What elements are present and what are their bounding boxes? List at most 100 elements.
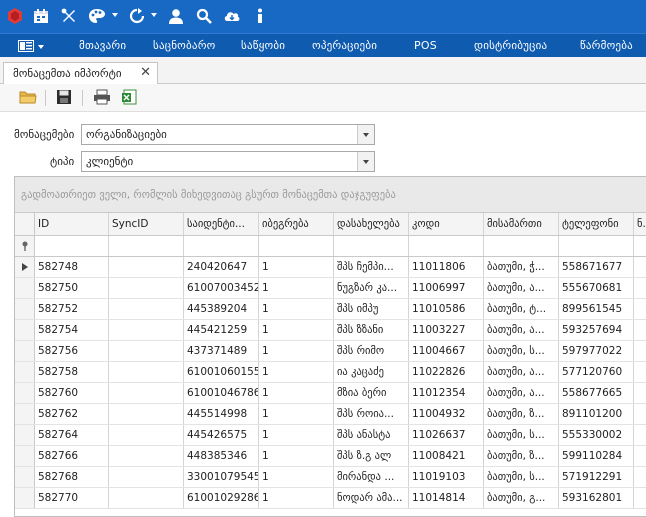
- palette-icon[interactable]: [88, 7, 106, 25]
- table-row[interactable]: 582770 61001029286 1 ნოდარ ამა... 11014814 ბა…: [15, 488, 646, 509]
- table-cell[interactable]: 61007003452: [184, 278, 259, 298]
- table-cell[interactable]: 1: [259, 446, 334, 466]
- table-cell[interactable]: 582762: [35, 404, 109, 424]
- table-cell[interactable]: [634, 341, 646, 361]
- table-cell[interactable]: შპს ზზანი: [334, 320, 409, 340]
- table-cell[interactable]: ბათუმი, ა...: [484, 278, 559, 298]
- table-cell[interactable]: [634, 257, 646, 277]
- table-cell[interactable]: [109, 488, 184, 508]
- table-cell[interactable]: [634, 362, 646, 382]
- table-cell[interactable]: [634, 425, 646, 445]
- table-cell[interactable]: შპს ანასტა: [334, 425, 409, 445]
- info-icon[interactable]: [251, 7, 269, 25]
- menu-item-production[interactable]: წარმოება: [580, 39, 633, 52]
- table-cell[interactable]: 582760: [35, 383, 109, 403]
- table-row[interactable]: 582764 445426575 1 შპს ანასტა 11026637 ბათუმი…: [15, 425, 646, 446]
- table-cell[interactable]: [634, 488, 646, 508]
- filter-cell-phone[interactable]: [559, 236, 634, 256]
- table-cell[interactable]: 582750: [35, 278, 109, 298]
- table-cell[interactable]: 555330002: [559, 425, 634, 445]
- table-cell[interactable]: [109, 383, 184, 403]
- table-cell[interactable]: 593162801: [559, 488, 634, 508]
- table-row[interactable]: 582754 445421259 1 შპს ზზანი 11003227 ბათუმი,…: [15, 320, 646, 341]
- table-row[interactable]: 582760 61001046786 1 მზია ბერი 11012354 ბათუმ…: [15, 383, 646, 404]
- table-cell[interactable]: ბათუმი, ზ...: [484, 404, 559, 424]
- table-cell[interactable]: [109, 341, 184, 361]
- table-cell[interactable]: ბათუმი, ა...: [484, 383, 559, 403]
- table-cell[interactable]: ბათუმი, ზ...: [484, 446, 559, 466]
- excel-export-icon[interactable]: [121, 89, 139, 107]
- menu-item-operations[interactable]: ოპერაციები: [312, 39, 377, 52]
- table-cell[interactable]: 1: [259, 404, 334, 424]
- table-cell[interactable]: 582754: [35, 320, 109, 340]
- chevron-down-icon[interactable]: [357, 152, 374, 171]
- table-cell[interactable]: ბათუმი, ტ...: [484, 299, 559, 319]
- table-cell[interactable]: 11004932: [409, 404, 484, 424]
- table-cell[interactable]: 577120760: [559, 362, 634, 382]
- table-cell[interactable]: 445389204: [184, 299, 259, 319]
- table-cell[interactable]: ბათუმი, ა...: [484, 362, 559, 382]
- filter-cell-code[interactable]: [409, 236, 484, 256]
- table-row[interactable]: 582752 445389204 1 შპს იმპუ 11010586 ბათუმი, …: [15, 299, 646, 320]
- table-cell[interactable]: 582764: [35, 425, 109, 445]
- table-cell[interactable]: [109, 446, 184, 466]
- table-cell[interactable]: 11026637: [409, 425, 484, 445]
- table-cell[interactable]: 899561545: [559, 299, 634, 319]
- filter-cell-address[interactable]: [484, 236, 559, 256]
- table-cell[interactable]: 11012354: [409, 383, 484, 403]
- table-cell[interactable]: 1: [259, 341, 334, 361]
- column-header-address[interactable]: მისამართი: [484, 213, 559, 235]
- refresh-dropdown-caret-icon[interactable]: [151, 13, 157, 17]
- table-cell[interactable]: [634, 467, 646, 487]
- table-cell[interactable]: ბათუმი, ჭ...: [484, 257, 559, 277]
- table-cell[interactable]: [634, 299, 646, 319]
- table-cell[interactable]: [634, 278, 646, 298]
- type-combo[interactable]: კლიენტი: [81, 151, 375, 172]
- table-cell[interactable]: 33001079545: [184, 467, 259, 487]
- filter-cell-identifier[interactable]: [184, 236, 259, 256]
- table-cell[interactable]: 571912291: [559, 467, 634, 487]
- column-header-taxable[interactable]: იბეგრება: [259, 213, 334, 235]
- table-cell[interactable]: 582756: [35, 341, 109, 361]
- table-cell[interactable]: 582748: [35, 257, 109, 277]
- table-cell[interactable]: ბათუმი, ა...: [484, 320, 559, 340]
- table-cell[interactable]: ბათუმი, ს...: [484, 341, 559, 361]
- table-row[interactable]: 582768 33001079545 1 მირანდა ... 11019103 ბათ…: [15, 467, 646, 488]
- data-combo[interactable]: ორგანიზაციები: [81, 124, 375, 145]
- table-cell[interactable]: მზია ბერი: [334, 383, 409, 403]
- column-header-phone[interactable]: ტელეფონი: [559, 213, 634, 235]
- table-cell[interactable]: ბათუმი, ს...: [484, 425, 559, 445]
- table-cell[interactable]: შპს რიმო: [334, 341, 409, 361]
- table-cell[interactable]: [109, 299, 184, 319]
- table-cell[interactable]: 11022826: [409, 362, 484, 382]
- table-cell[interactable]: [109, 404, 184, 424]
- table-cell[interactable]: 582768: [35, 467, 109, 487]
- table-cell[interactable]: 61001060155: [184, 362, 259, 382]
- table-cell[interactable]: მირანდა ...: [334, 467, 409, 487]
- menu-item-warehouse[interactable]: საწყობი: [241, 39, 285, 52]
- table-cell[interactable]: [634, 446, 646, 466]
- table-cell[interactable]: ბათუმი, გ...: [484, 488, 559, 508]
- menu-item-reference[interactable]: საცნობარო: [153, 39, 216, 52]
- column-header-identifier[interactable]: საიდენტი...: [184, 213, 259, 235]
- table-row[interactable]: 582758 61001060155 1 ია კაცაძე 11022826 ბათუმ…: [15, 362, 646, 383]
- tools-icon[interactable]: [60, 7, 78, 25]
- table-cell[interactable]: შპს როია...: [334, 404, 409, 424]
- table-cell[interactable]: 558671677: [559, 257, 634, 277]
- table-cell[interactable]: 1: [259, 383, 334, 403]
- table-cell[interactable]: 11004667: [409, 341, 484, 361]
- table-cell[interactable]: [634, 404, 646, 424]
- table-cell[interactable]: 593257694: [559, 320, 634, 340]
- table-cell[interactable]: [634, 320, 646, 340]
- table-cell[interactable]: შპს იმპუ: [334, 299, 409, 319]
- table-cell[interactable]: 599110284: [559, 446, 634, 466]
- palette-dropdown-caret-icon[interactable]: [112, 13, 118, 17]
- table-cell[interactable]: 11003227: [409, 320, 484, 340]
- table-cell[interactable]: 597977022: [559, 341, 634, 361]
- calendar-icon[interactable]: [32, 7, 50, 25]
- table-cell[interactable]: 437371489: [184, 341, 259, 361]
- layout-menu-icon[interactable]: [18, 40, 34, 55]
- table-cell[interactable]: 582752: [35, 299, 109, 319]
- table-cell[interactable]: [109, 320, 184, 340]
- menu-item-distribution[interactable]: დისტრიბუცია: [474, 39, 547, 52]
